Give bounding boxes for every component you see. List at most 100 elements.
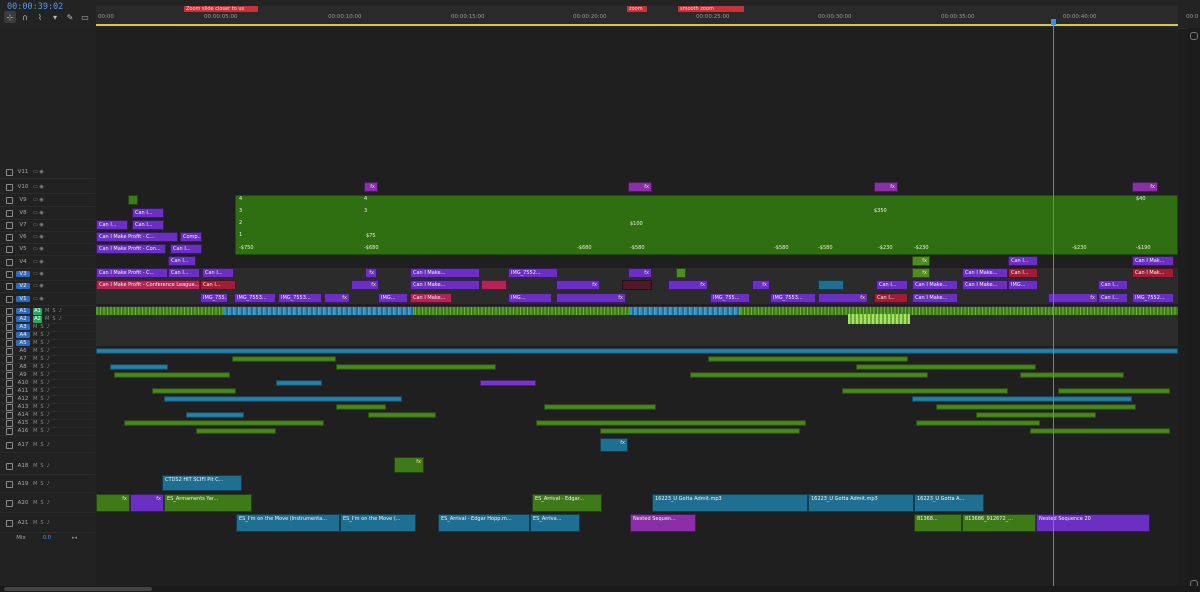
lock-icon[interactable] <box>6 315 13 323</box>
clip-v9-small[interactable] <box>128 195 138 205</box>
marker-smooth-zoom[interactable]: smooth zoom <box>678 6 744 12</box>
mute-button[interactable]: M <box>33 442 37 448</box>
vertical-scrollbar[interactable] <box>1188 28 1200 586</box>
snap-icon[interactable]: ⊹ <box>4 11 16 23</box>
track-header-a21[interactable]: A21 M S ♪ <box>0 514 95 533</box>
lock-icon[interactable] <box>6 427 13 435</box>
lock-icon[interactable] <box>6 395 13 403</box>
marker-icon[interactable]: ▾ <box>49 11 61 23</box>
audio-clip-a21[interactable]: 813686_912672_... <box>962 514 1036 532</box>
audio-clip-a20[interactable]: ES_Arrival - Edgar... <box>532 494 602 512</box>
marker-zoom-slide[interactable]: Zoom slide closer to us <box>184 6 258 12</box>
mic-icon[interactable]: ♪ <box>47 332 50 338</box>
clip-v1[interactable]: fx <box>818 293 868 303</box>
clip-v5[interactable]: Can I... <box>170 244 202 254</box>
audio-clip-a21[interactable]: ES_I'm on the Move (... <box>340 514 416 532</box>
clip-v2[interactable]: Can I Make... <box>410 280 480 290</box>
mic-icon[interactable]: ♪ <box>59 316 62 322</box>
add-edit-icon[interactable]: ⌇ <box>34 11 46 23</box>
lock-icon[interactable] <box>6 233 13 241</box>
mic-icon[interactable]: ♪ <box>47 428 50 434</box>
source-patch[interactable]: A1 <box>33 307 42 315</box>
lock-icon[interactable] <box>6 209 13 217</box>
solo-button[interactable]: S <box>40 442 43 448</box>
clip-v3[interactable]: Can I Make... <box>410 268 480 278</box>
visibility-icon[interactable]: ▭ ◉ <box>33 210 44 216</box>
audio-clip-a1[interactable] <box>224 307 414 315</box>
clip-v1[interactable]: IMG... <box>508 293 552 303</box>
audio-clip-a14[interactable] <box>368 412 436 418</box>
clip-v1[interactable]: fx <box>1048 293 1098 303</box>
clip-v3[interactable]: Can I... <box>202 268 234 278</box>
lock-icon[interactable] <box>6 323 13 331</box>
clip-v5[interactable]: Can I Make Profit - Con... <box>96 244 166 254</box>
track-header-a20[interactable]: A20 M S ♪ <box>0 494 95 513</box>
audio-clip-a16[interactable] <box>196 428 276 434</box>
audio-clip-a16[interactable] <box>1030 428 1170 434</box>
visibility-icon[interactable]: ▭ ◉ <box>33 246 44 252</box>
audio-clip-a8[interactable] <box>110 364 168 370</box>
clip-v3[interactable]: Can I Make... <box>962 268 1008 278</box>
clip-v2[interactable] <box>818 280 844 290</box>
clip-v7[interactable]: Can I... <box>132 220 164 230</box>
clip-v6[interactable]: Can I Make Profit - C... <box>96 232 178 242</box>
mic-icon[interactable]: ♪ <box>47 324 50 330</box>
solo-button[interactable]: S <box>40 356 43 362</box>
clip-v1[interactable]: IMG_7553... <box>770 293 816 303</box>
visibility-icon[interactable]: ▭ ◉ <box>33 184 44 190</box>
mic-icon[interactable]: ♪ <box>47 380 50 386</box>
mute-button[interactable]: M <box>33 324 37 330</box>
lock-icon[interactable] <box>6 419 13 427</box>
audio-clip-a10[interactable] <box>480 380 536 386</box>
audio-clip-a13[interactable] <box>936 404 1136 410</box>
audio-clip-a11[interactable] <box>842 388 1008 394</box>
visibility-icon[interactable]: ▭ ◉ <box>33 234 44 240</box>
mic-icon[interactable]: ♪ <box>47 388 50 394</box>
timeline-track-area[interactable]: fx fx fx fx 4 3 2 1 4 $350 $40 3 $100 $7… <box>96 28 1178 586</box>
solo-button[interactable]: S <box>40 463 43 469</box>
lock-icon[interactable] <box>6 411 13 419</box>
solo-button[interactable]: S <box>40 332 43 338</box>
mute-button[interactable]: M <box>45 308 49 314</box>
source-patch[interactable]: A2 <box>33 315 42 323</box>
wrench-icon[interactable]: ✎ <box>64 11 76 23</box>
mic-icon[interactable]: ♪ <box>47 404 50 410</box>
audio-clip-a2[interactable] <box>848 314 910 324</box>
mute-button[interactable]: M <box>33 356 37 362</box>
lock-icon[interactable] <box>6 387 13 395</box>
clip-v4[interactable]: Can I... <box>1008 256 1038 266</box>
clip-v2[interactable]: Can I Make... <box>912 280 958 290</box>
visibility-icon[interactable]: ▭ ◉ <box>33 271 44 277</box>
lock-icon[interactable] <box>6 462 13 470</box>
clip-v6[interactable]: Comp... <box>180 232 202 242</box>
solo-button[interactable]: S <box>40 380 43 386</box>
lock-icon[interactable] <box>6 347 13 355</box>
audio-clip-a21[interactable]: 81368... <box>914 514 962 532</box>
audio-clip-a21[interactable]: ES_I'm on the Move (Instrumenta... <box>236 514 340 532</box>
clip-v1[interactable]: IMG_755... <box>200 293 228 303</box>
clip-v10[interactable]: fx <box>364 182 378 192</box>
clip-v3[interactable]: Can I... <box>168 268 200 278</box>
clip-v2[interactable]: Can I... <box>876 280 908 290</box>
solo-button[interactable]: S <box>40 420 43 426</box>
mic-icon[interactable]: ♪ <box>59 308 62 314</box>
solo-button[interactable]: S <box>40 520 43 526</box>
solo-button[interactable]: S <box>40 500 43 506</box>
clip-v4[interactable]: Can I... <box>168 256 196 266</box>
visibility-icon[interactable]: ▭ ◉ <box>33 197 44 203</box>
marker-zoom[interactable]: zoom <box>627 6 647 12</box>
mic-icon[interactable]: ♪ <box>47 442 50 448</box>
audio-clip-a8[interactable] <box>856 364 1036 370</box>
clip-v7[interactable]: Can I... <box>96 220 128 230</box>
work-area-bar[interactable] <box>96 24 1178 26</box>
clip-v1[interactable]: IMG_7553... <box>278 293 322 303</box>
audio-clip-a21[interactable]: ES_Arriva... <box>530 514 580 532</box>
clip-v4-green[interactable]: fx <box>912 256 930 266</box>
audio-clip-a15[interactable] <box>124 420 324 426</box>
audio-clip-a6[interactable] <box>96 348 1178 354</box>
mute-button[interactable]: M <box>33 380 37 386</box>
audio-clip-a13[interactable] <box>336 404 386 410</box>
audio-clip-a20[interactable]: ES_Armaments Yar... <box>164 494 252 512</box>
mute-button[interactable]: M <box>33 388 37 394</box>
clip-v1[interactable]: Can I Make... <box>912 293 958 303</box>
